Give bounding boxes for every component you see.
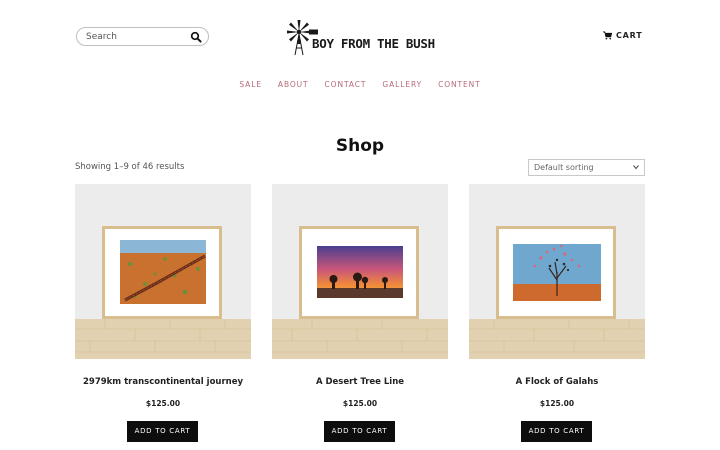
main-nav: SALE ABOUT CONTACT GALLERY CONTENT [0,80,720,89]
site-logo[interactable]: BOY FROM THE BUSH [285,18,435,56]
add-to-cart-button[interactable]: ADD TO CART [127,421,198,442]
product-title[interactable]: 2979km transcontinental journey [65,377,261,387]
nav-item-content[interactable]: CONTENT [438,80,481,89]
search-box[interactable] [76,27,209,46]
product-price: $125.00 [539,399,575,408]
add-to-cart-button[interactable]: ADD TO CART [521,421,592,442]
sort-selected-value: Default sorting [534,163,594,172]
product-card: A Desert Tree Line $125.00 ADD TO CART [272,184,448,442]
cart-icon [603,31,612,40]
nav-item-gallery[interactable]: GALLERY [382,80,422,89]
product-price: $125.00 [342,399,378,408]
product-image[interactable] [75,184,251,359]
nav-item-sale[interactable]: SALE [239,80,262,89]
nav-item-about[interactable]: ABOUT [278,80,309,89]
product-card: A Flock of Galahs $125.00 ADD TO CART [469,184,645,442]
product-image[interactable] [272,184,448,359]
nav-item-contact[interactable]: CONTACT [325,80,367,89]
result-count: Showing 1–9 of 46 results [75,162,185,172]
cart-label: CART [616,31,643,40]
sort-select[interactable]: Default sorting [528,159,645,176]
product-image[interactable] [469,184,645,359]
page-title: Shop [335,136,385,156]
chevron-down-icon [633,165,639,170]
logo-text: BOY FROM THE BUSH [312,36,435,51]
product-title[interactable]: A Desert Tree Line [262,377,458,387]
product-title[interactable]: A Flock of Galahs [459,377,655,387]
cart-link[interactable]: CART [603,31,643,40]
search-input[interactable] [86,29,186,44]
product-card: 2979km transcontinental journey $125.00 … [75,184,251,442]
product-price: $125.00 [145,399,181,408]
search-icon[interactable] [190,31,202,43]
add-to-cart-button[interactable]: ADD TO CART [324,421,395,442]
